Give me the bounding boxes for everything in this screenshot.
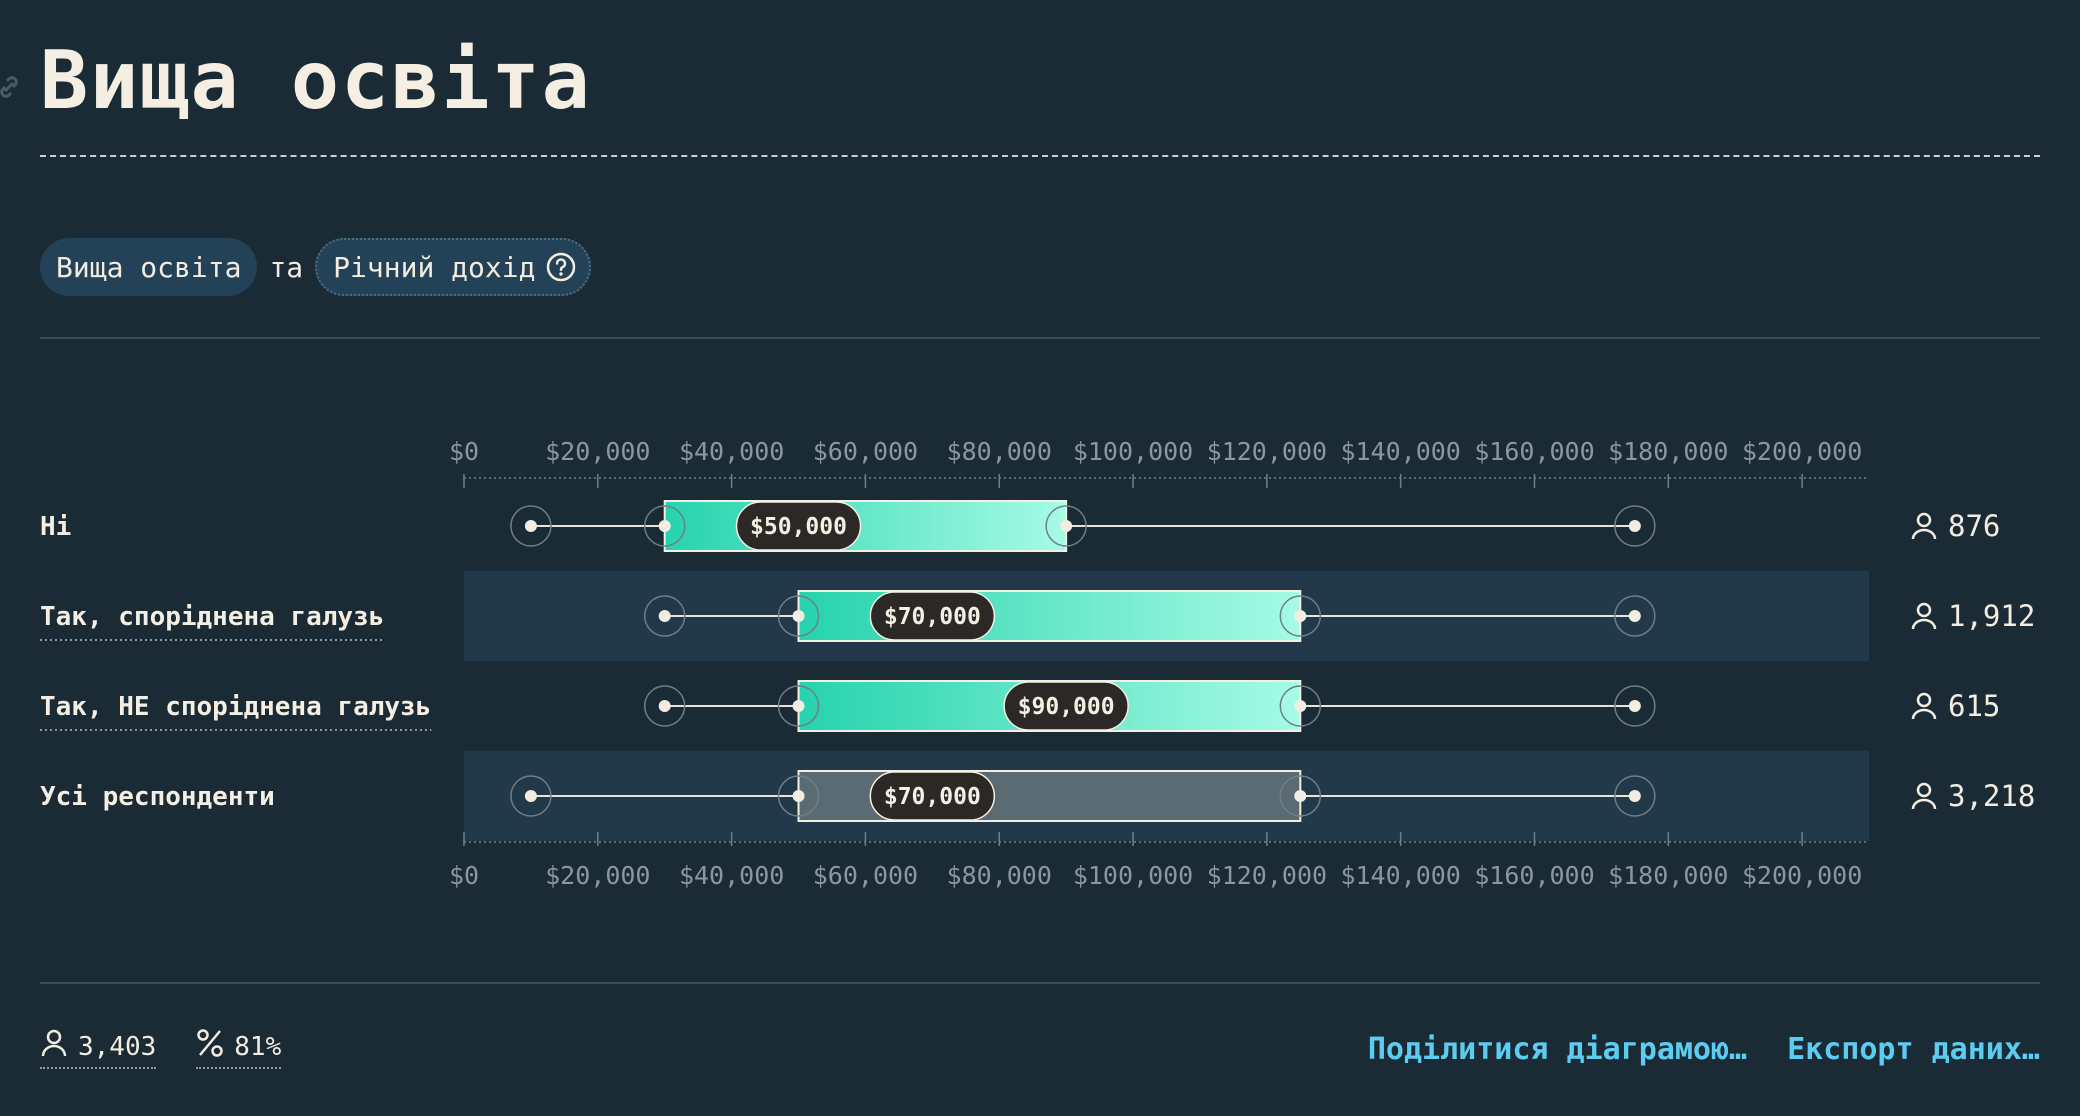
respondents-stat[interactable]: 3,403	[40, 1028, 157, 1069]
respondents-count: 3,403	[78, 1031, 157, 1062]
person-icon-body	[1911, 528, 1937, 540]
respondent-count: 1,912	[1948, 599, 2035, 633]
whisker-end-dot	[658, 520, 671, 532]
x-tick-label: $180,000	[1608, 437, 1728, 466]
category-label: Так, НЕ споріднена галузь	[40, 692, 431, 722]
x-tick-label: $140,000	[1340, 861, 1460, 890]
percent-icon	[196, 1028, 224, 1065]
x-tick-label: $200,000	[1742, 437, 1862, 466]
x-tick-label: $80,000	[947, 861, 1052, 890]
x-tick-label: $120,000	[1207, 861, 1327, 890]
export-data-link[interactable]: Експорт даних…	[1787, 1032, 2040, 1067]
footer-actions: Поділитися діаграмою… Експорт даних…	[1368, 1032, 2040, 1067]
median-label: $50,000	[750, 514, 847, 540]
whisker-end-dot	[1060, 520, 1073, 532]
x-tick-label: $160,000	[1474, 437, 1594, 466]
x-tick-label: $0	[449, 437, 479, 466]
box-row: Ні $50,000 876	[40, 500, 2000, 552]
x-tick-label: $100,000	[1073, 861, 1193, 890]
x-tick-label: $0	[449, 861, 479, 890]
x-tick-label: $40,000	[679, 437, 784, 466]
median-label: $90,000	[1018, 694, 1115, 720]
person-icon-body	[1911, 798, 1937, 810]
whisker-end-dot	[1628, 700, 1641, 712]
whisker-end-dot	[658, 610, 671, 622]
category-label: Ні	[40, 512, 71, 542]
section-divider	[40, 337, 2040, 339]
whisker-end-dot	[792, 700, 805, 712]
person-icon-body	[1911, 618, 1937, 630]
x-tick-label: $80,000	[947, 437, 1052, 466]
page-title: Вища освіта	[40, 34, 592, 127]
link-icon[interactable]	[0, 74, 22, 104]
x-tick-label: $100,000	[1073, 437, 1193, 466]
whisker-end-dot	[524, 520, 537, 532]
person-icon	[1916, 692, 1932, 708]
x-tick-label: $40,000	[679, 861, 784, 890]
median-label: $70,000	[884, 784, 981, 810]
category-label: Усі респонденти	[40, 782, 275, 812]
whisker-end-dot	[1628, 790, 1641, 802]
title-divider	[40, 155, 2040, 157]
x-tick-label: $140,000	[1340, 437, 1460, 466]
x-tick-label: $60,000	[813, 861, 918, 890]
x-tick-label: $20,000	[545, 861, 650, 890]
footer-stats: 3,403 81%	[40, 1028, 282, 1069]
median-label: $70,000	[884, 604, 981, 630]
whisker-end-dot	[1628, 610, 1641, 622]
help-circle-icon[interactable]	[545, 251, 577, 283]
percent-value: 81%	[234, 1031, 282, 1062]
x-tick-label: $20,000	[545, 437, 650, 466]
filter-pill-income-label: Річний дохід	[333, 250, 536, 284]
filter-connector: та	[269, 250, 304, 284]
whisker-end-dot	[658, 700, 671, 712]
x-tick-label: $120,000	[1207, 437, 1327, 466]
person-icon	[1916, 782, 1932, 798]
person-icon	[1916, 512, 1932, 528]
x-tick-label: $160,000	[1474, 861, 1594, 890]
whisker-end-dot	[1294, 700, 1307, 712]
person-icon-body	[1911, 708, 1937, 720]
respondent-count: 615	[1948, 689, 2000, 723]
iqr-box	[663, 500, 1068, 552]
person-icon	[1916, 602, 1932, 618]
person-icon	[40, 1028, 68, 1065]
category-label: Так, споріднена галузь	[40, 602, 384, 632]
whisker-end-dot	[1294, 790, 1307, 802]
x-tick-label: $180,000	[1608, 861, 1728, 890]
filter-pill-income[interactable]: Річний дохід	[315, 238, 592, 296]
filter-bar: Вища освіта та Річний дохід	[40, 238, 592, 296]
share-chart-link[interactable]: Поділитися діаграмою…	[1368, 1032, 1747, 1067]
box-row: Так, НЕ споріднена галузь $90,000 615	[40, 680, 2000, 732]
filter-pill-education[interactable]: Вища освіта	[40, 238, 258, 296]
percent-stat[interactable]: 81%	[196, 1028, 282, 1069]
whisker-end-dot	[524, 790, 537, 802]
x-tick-label: $60,000	[813, 437, 918, 466]
whisker-end-dot	[792, 790, 805, 802]
respondent-count: 3,218	[1948, 779, 2035, 813]
respondent-count: 876	[1948, 509, 2000, 543]
whisker-end-dot	[1294, 610, 1307, 622]
filter-pill-education-label: Вища освіта	[56, 250, 242, 284]
whisker-end-dot	[1628, 520, 1641, 532]
footer-divider	[40, 982, 2040, 984]
whisker-end-dot	[792, 610, 805, 622]
x-tick-label: $200,000	[1742, 861, 1862, 890]
boxplot-chart: $0 $20,000 $40,000 $60,000 $80,000 $100,000 $1…	[40, 437, 2035, 890]
